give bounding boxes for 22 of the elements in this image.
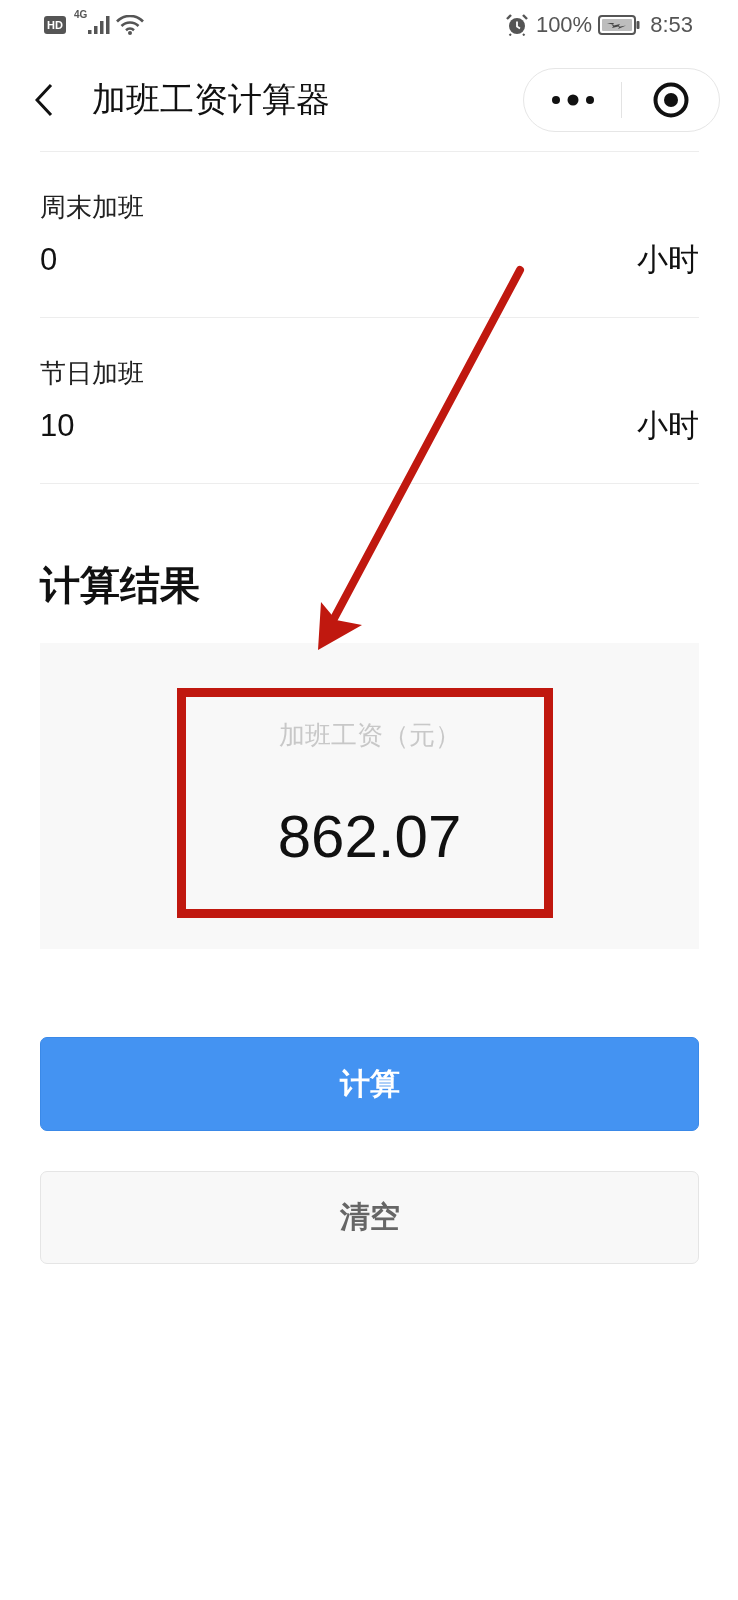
clear-button[interactable]: 清空 <box>40 1171 699 1264</box>
hours-input[interactable]: 10 <box>40 404 637 448</box>
field-label: 节日加班 <box>40 358 145 389</box>
target-icon <box>652 82 689 118</box>
battery-percentage: 100% <box>535 12 593 38</box>
network-type-label: 4G <box>73 10 88 20</box>
hours-input[interactable]: 0 <box>40 238 637 282</box>
field-label: 周末加班 <box>40 192 145 223</box>
back-button[interactable] <box>35 83 53 117</box>
page-title: 加班工资计算器 <box>92 79 331 120</box>
hd-badge: HD <box>44 16 66 34</box>
unit-label: 小时 <box>637 407 699 445</box>
battery-charging-icon <box>598 15 641 35</box>
result-value: 862.07 <box>277 802 462 872</box>
back-icon <box>35 83 53 117</box>
alarm-clock-icon <box>505 14 528 36</box>
unit-label: 小时 <box>637 241 699 279</box>
section-heading: 计算结果 <box>40 562 201 609</box>
signal-icon <box>88 16 111 34</box>
more-icon <box>550 94 595 106</box>
wifi-icon <box>116 15 145 35</box>
clock-time: 8:53 <box>650 12 693 38</box>
